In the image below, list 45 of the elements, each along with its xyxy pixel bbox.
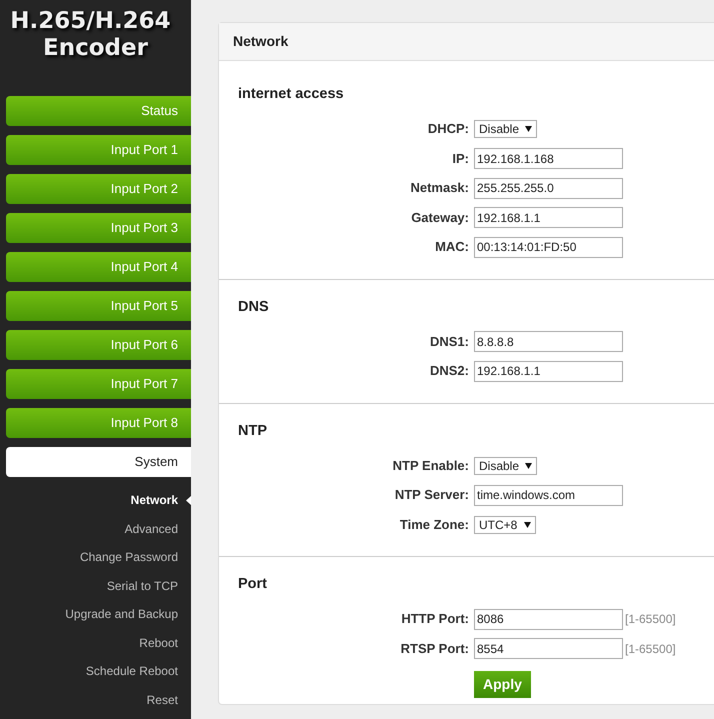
range-hint: [1-65500] xyxy=(625,611,676,628)
submenu-link[interactable]: Schedule Reboot xyxy=(86,662,178,680)
logo-text: H.265/H.264 xyxy=(9,8,172,35)
caret-icon xyxy=(525,126,532,132)
field-label: Time Zone: xyxy=(398,516,469,534)
dropdown[interactable]: Disable xyxy=(474,456,538,474)
input-field[interactable]: 255.255.255.0 xyxy=(474,178,623,198)
submenu-link[interactable]: Serial to TCP xyxy=(106,576,178,595)
field-label: DNS1: xyxy=(428,332,469,351)
input-field[interactable]: 8086 xyxy=(474,608,623,630)
input-field[interactable]: 8.8.8.8 xyxy=(474,331,623,352)
field-label: Netmask: xyxy=(409,179,469,198)
input-field[interactable]: time.windows.com xyxy=(474,484,623,506)
section-title: NTP xyxy=(238,422,268,440)
range-hint: [1-65500] xyxy=(625,640,676,658)
field-label: DNS2: xyxy=(428,362,469,380)
caret-icon xyxy=(525,462,532,468)
panel-title: Network xyxy=(219,23,714,61)
section-title: Port xyxy=(238,575,268,594)
field-label: DHCP: xyxy=(426,120,469,138)
section-title: DNS xyxy=(238,298,270,316)
submenu-link[interactable]: Reset xyxy=(146,690,178,709)
submenu-link[interactable]: Network xyxy=(130,491,178,510)
submenu-link[interactable]: Change Password xyxy=(80,548,178,566)
logo-text: Encoder xyxy=(42,35,149,62)
input-field[interactable]: 00:13:14:01:FD:50 xyxy=(474,236,623,258)
section-title: internet access xyxy=(238,85,345,104)
submenu-link[interactable]: Upgrade and Backup xyxy=(65,605,178,624)
input-field[interactable]: 8554 xyxy=(474,638,623,659)
field-label: HTTP Port: xyxy=(400,610,469,628)
field-label: IP: xyxy=(451,150,469,168)
input-field[interactable]: 192.168.1.168 xyxy=(474,148,623,169)
caret-icon xyxy=(524,522,531,528)
input-field[interactable]: 192.168.1.1 xyxy=(474,360,623,382)
submenu-link[interactable]: Reboot xyxy=(139,634,178,652)
menu-item[interactable]: System xyxy=(6,447,191,477)
submenu-link[interactable]: Advanced xyxy=(124,520,178,538)
field-label: MAC: xyxy=(434,238,469,256)
field-label: RTSP Port: xyxy=(400,640,469,658)
input-field[interactable]: 192.168.1.1 xyxy=(474,207,623,228)
field-label: NTP Server: xyxy=(394,486,469,504)
dropdown[interactable]: Disable xyxy=(474,120,538,138)
dropdown[interactable]: UTC+8 xyxy=(474,516,536,534)
field-label: Gateway: xyxy=(410,208,469,227)
field-label: NTP Enable: xyxy=(392,456,469,475)
